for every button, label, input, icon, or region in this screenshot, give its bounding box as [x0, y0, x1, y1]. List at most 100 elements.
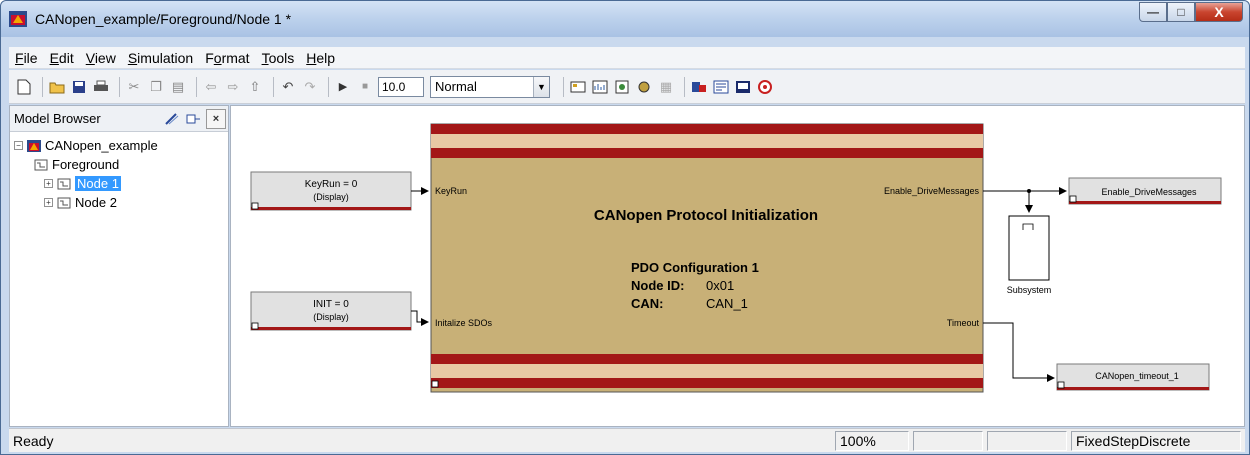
tree-item-node-1[interactable]: + Node 1: [10, 174, 228, 193]
menu-simulation[interactable]: Simulation: [122, 50, 199, 66]
menu-format[interactable]: Format: [199, 50, 255, 66]
report-icon[interactable]: [734, 78, 752, 96]
node-id-value: 0x01: [706, 278, 734, 293]
simulink-app-icon: [9, 11, 27, 27]
shortcut-icon: [431, 380, 439, 388]
tree-item-label: CANopen_example: [45, 138, 158, 153]
port-timeout-label: Timeout: [947, 318, 980, 328]
tree-item-foreground[interactable]: Foreground: [10, 155, 228, 174]
redo-icon[interactable]: ↷: [301, 78, 319, 96]
window-controls: — □ X: [1139, 2, 1243, 24]
minimize-icon: —: [1147, 5, 1159, 19]
model-browser-header: Model Browser ×: [10, 106, 228, 132]
timeout-output-label: CANopen_timeout_1: [1095, 371, 1179, 381]
canopen-init-block[interactable]: CANopen Protocol Initialization PDO Conf…: [430, 123, 984, 393]
simulation-mode-select[interactable]: Normal ▼: [430, 75, 550, 98]
wire-timeout: [983, 322, 1055, 382]
help-icon[interactable]: [756, 78, 774, 96]
library-browser-icon[interactable]: [591, 78, 609, 96]
back-icon[interactable]: ⇦: [202, 78, 220, 96]
title-bar[interactable]: CANopen_example/Foreground/Node 1 * — □ …: [1, 1, 1249, 37]
app-window: CANopen_example/Foreground/Node 1 * — □ …: [0, 0, 1250, 455]
status-cell-empty-2: [987, 431, 1067, 451]
timeout-output-block[interactable]: CANopen_timeout_1: [1056, 363, 1210, 391]
open-icon[interactable]: [48, 78, 66, 96]
status-bar: Ready 100% FixedStepDiscrete: [9, 428, 1245, 452]
show-masked-icon[interactable]: [184, 109, 204, 129]
run-icon[interactable]: ▶: [334, 78, 352, 96]
scope-icon[interactable]: ▦: [657, 78, 675, 96]
init-block-label: INIT = 0: [313, 299, 349, 310]
menu-file[interactable]: File: [9, 50, 44, 66]
copy-icon[interactable]: ❐: [147, 78, 165, 96]
expand-icon[interactable]: +: [44, 198, 53, 207]
canopen-block-title: CANopen Protocol Initialization: [594, 207, 818, 224]
tree-item-label: Node 2: [75, 195, 117, 210]
toolbar: ✂ ❐ ▤ ⇦ ⇨ ⇧ ↶ ↷ ▶ ■ Normal ▼ ▦: [9, 70, 1245, 104]
shortcut-icon: [251, 202, 259, 210]
shortcut-icon: [251, 322, 259, 330]
port-enable-drive-label: Enable_DriveMessages: [884, 186, 980, 196]
expand-icon[interactable]: +: [44, 179, 53, 188]
stop-time-input[interactable]: [378, 76, 424, 97]
block-diagram: KeyRun = 0 (Display) INIT = 0 (Display): [250, 123, 1222, 393]
subsystem-icon: [57, 197, 71, 208]
tree-item-canopen-example[interactable]: − CANopen_example: [10, 136, 228, 155]
save-icon[interactable]: [70, 78, 88, 96]
keyrun-display-block[interactable]: KeyRun = 0 (Display): [250, 171, 412, 211]
model-advisor-icon[interactable]: [712, 78, 730, 96]
close-browser-icon[interactable]: ×: [206, 108, 226, 129]
print-icon[interactable]: [92, 78, 110, 96]
collapse-icon[interactable]: −: [14, 141, 23, 150]
init-display-block[interactable]: INIT = 0 (Display): [250, 291, 412, 331]
close-button[interactable]: X: [1195, 2, 1243, 22]
maximize-button[interactable]: □: [1167, 2, 1195, 22]
chevron-down-icon: ▼: [533, 76, 549, 97]
pdo-config-label: PDO Configuration 1: [631, 260, 759, 275]
tree-item-node-2[interactable]: + Node 2: [10, 193, 228, 212]
undo-icon[interactable]: ↶: [279, 78, 297, 96]
cut-icon[interactable]: ✂: [125, 78, 143, 96]
model-icon: [27, 139, 41, 152]
up-icon[interactable]: ⇧: [246, 78, 264, 96]
diagram-canvas[interactable]: KeyRun = 0 (Display) INIT = 0 (Display): [230, 105, 1245, 427]
keyrun-block-sublabel: (Display): [313, 192, 349, 202]
subsystem-block[interactable]: Subsystem: [1007, 215, 1052, 295]
build-icon[interactable]: [569, 78, 587, 96]
subsystem-icon: [34, 159, 48, 170]
window-title: CANopen_example/Foreground/Node 1 *: [35, 11, 292, 27]
keyrun-block-label: KeyRun = 0: [305, 179, 358, 190]
menu-bar: File Edit View Simulation Format Tools H…: [9, 47, 1245, 69]
show-libraries-icon[interactable]: [162, 109, 182, 129]
subsystem-icon: [57, 178, 71, 189]
stop-icon[interactable]: ■: [356, 78, 374, 96]
menu-edit[interactable]: Edit: [44, 50, 80, 66]
simulation-mode-value: Normal: [435, 79, 477, 94]
new-model-icon[interactable]: [15, 78, 33, 96]
model-explorer-icon[interactable]: [613, 78, 631, 96]
status-message: Ready: [13, 433, 54, 449]
node-id-label: Node ID:: [631, 278, 684, 293]
model-browser: Model Browser × − CANopen_example Foregr…: [9, 105, 229, 427]
tree-item-label: Node 1: [75, 176, 121, 191]
can-value: CAN_1: [706, 296, 748, 311]
enable-drive-output-label: Enable_DriveMessages: [1101, 187, 1197, 197]
debugger-icon[interactable]: [635, 78, 653, 96]
init-block-sublabel: (Display): [313, 312, 349, 322]
model-browser-title: Model Browser: [14, 111, 101, 126]
enable-drive-output-block[interactable]: Enable_DriveMessages: [1068, 177, 1222, 205]
subsystem-label: Subsystem: [1007, 285, 1052, 295]
minimize-button[interactable]: —: [1139, 2, 1167, 22]
port-keyrun-label: KeyRun: [435, 186, 467, 196]
maximize-icon: □: [1177, 5, 1185, 19]
can-label: CAN:: [631, 296, 664, 311]
model-tree: − CANopen_example Foreground + Node 1 + …: [10, 136, 228, 212]
paste-icon[interactable]: ▤: [169, 78, 187, 96]
menu-tools[interactable]: Tools: [256, 50, 301, 66]
incremental-build-icon[interactable]: [690, 78, 708, 96]
shortcut-icon: [1069, 195, 1077, 203]
forward-icon[interactable]: ⇨: [224, 78, 242, 96]
menu-help[interactable]: Help: [300, 50, 341, 66]
menu-view[interactable]: View: [80, 50, 122, 66]
shortcut-icon: [1057, 381, 1065, 389]
